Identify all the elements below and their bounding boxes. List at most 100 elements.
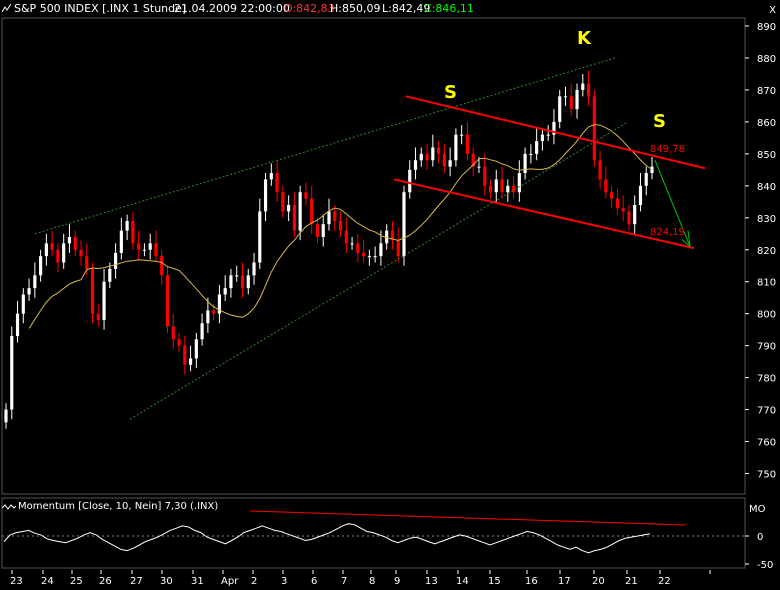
candle-body [298, 192, 302, 231]
candle-body [246, 275, 250, 289]
candle-body [627, 211, 631, 225]
candle-body [269, 173, 273, 180]
candle-body [379, 243, 383, 257]
candle-body [621, 208, 625, 212]
candle-body [188, 358, 193, 365]
candle-body [114, 252, 118, 269]
annotation-label: S [444, 82, 457, 103]
header-datetime: 21.04.2009 22:00:00 [174, 2, 290, 15]
candle-body [448, 160, 452, 167]
y-tick-label: 840 [757, 182, 776, 193]
candle-body [21, 294, 25, 314]
header-open: O:842,83 [284, 2, 335, 15]
annotation-label: K [577, 28, 592, 49]
x-tick-label: 26 [99, 576, 112, 587]
candle-body [321, 224, 325, 237]
candle-body [200, 323, 204, 340]
momentum-axis-label: MO [749, 504, 766, 515]
x-tick-label: 6 [311, 576, 317, 587]
candle-body [50, 243, 54, 250]
candle-body [586, 83, 591, 97]
y-tick-label: 820 [757, 246, 776, 257]
candle-body [212, 310, 216, 314]
candle-body [644, 173, 648, 186]
y-tick-label: 790 [757, 342, 776, 353]
candle-body [350, 243, 354, 245]
x-tick-label: 7 [341, 576, 347, 587]
candle-body [604, 179, 608, 193]
candle-body [304, 192, 308, 199]
header-symbol: S&P 500 INDEX [.INX 1 Stunde] [14, 2, 187, 15]
candle-body [477, 166, 481, 168]
candle-body [44, 243, 48, 257]
candle-body [275, 173, 279, 193]
y-tick-label: 880 [757, 54, 776, 65]
y-tick-label: 800 [757, 310, 776, 321]
candle-body [563, 96, 568, 98]
candle-body [27, 288, 31, 295]
candle-body [85, 256, 89, 269]
x-axis: 23 24 25 26 27 30 31 Apr 2 3 6 7 8 9 13 14 15 16 17 20 21 22 [10, 570, 711, 587]
x-tick-label: 22 [658, 576, 671, 587]
x-tick-label: 14 [456, 576, 469, 587]
candle-body [529, 153, 533, 155]
y-tick-label: 780 [757, 374, 776, 385]
momentum-title: Momentum [Close, 10, Nein] 7,30 (.INX) [18, 501, 219, 512]
candle-body [460, 134, 464, 136]
x-tick-label: 24 [41, 576, 54, 587]
x-tick-label: 31 [191, 576, 204, 587]
candle-body [581, 83, 585, 90]
candle-body [362, 252, 366, 257]
candle-body [142, 249, 147, 251]
y-tick-label: 810 [757, 278, 776, 289]
candle-body [310, 198, 314, 225]
candle-body [148, 243, 152, 250]
candle-body [633, 205, 637, 225]
candle-body [367, 256, 371, 258]
candle-body [137, 243, 141, 250]
candle-body [102, 281, 106, 321]
candle-body [108, 268, 112, 282]
candle-body [610, 192, 614, 199]
x-tick-label: 30 [160, 576, 173, 587]
y-tick-label: 770 [757, 406, 776, 417]
x-tick-label: 20 [592, 576, 605, 587]
chart-header: S&P 500 INDEX [.INX 1 Stunde] 21.04.2009… [0, 0, 780, 18]
candle-body [154, 243, 158, 257]
candle-body [56, 249, 60, 263]
annotation-label: S [653, 111, 666, 132]
candle-body [223, 288, 227, 295]
candle-body [402, 192, 406, 257]
y-tick-label: 860 [757, 118, 776, 129]
candle-body [517, 173, 521, 193]
y-tick-label: 750 [757, 470, 776, 481]
candle-body [252, 262, 256, 276]
candle-body [125, 220, 129, 231]
chart-type-icon [2, 4, 11, 13]
candle-body [73, 236, 77, 250]
close-icon[interactable]: X [769, 2, 776, 20]
price-panel-frame [1, 17, 746, 495]
candle-body [598, 160, 602, 180]
candle-body [327, 211, 331, 225]
x-tick-label: 13 [425, 576, 438, 587]
x-tick-label: 23 [10, 576, 23, 587]
candle-body [494, 179, 498, 193]
wedge-lower-line [129, 121, 629, 420]
x-tick-label: 8 [369, 576, 375, 587]
candle-body [500, 179, 504, 193]
candle-body [96, 313, 100, 321]
y-tick-label: 870 [757, 86, 776, 97]
y-tick-label: 890 [757, 22, 776, 33]
candle-body [67, 236, 72, 244]
candle-body [33, 275, 37, 289]
candle-body [408, 169, 412, 193]
candle-body [4, 409, 8, 423]
candle-body [540, 134, 544, 142]
momentum-line [3, 523, 651, 554]
candle-body [183, 345, 187, 365]
candle-body [431, 147, 435, 161]
channel-upper-line [405, 95, 706, 170]
y-tick-label: 0 [757, 532, 763, 543]
momentum-trend-line [249, 510, 686, 526]
